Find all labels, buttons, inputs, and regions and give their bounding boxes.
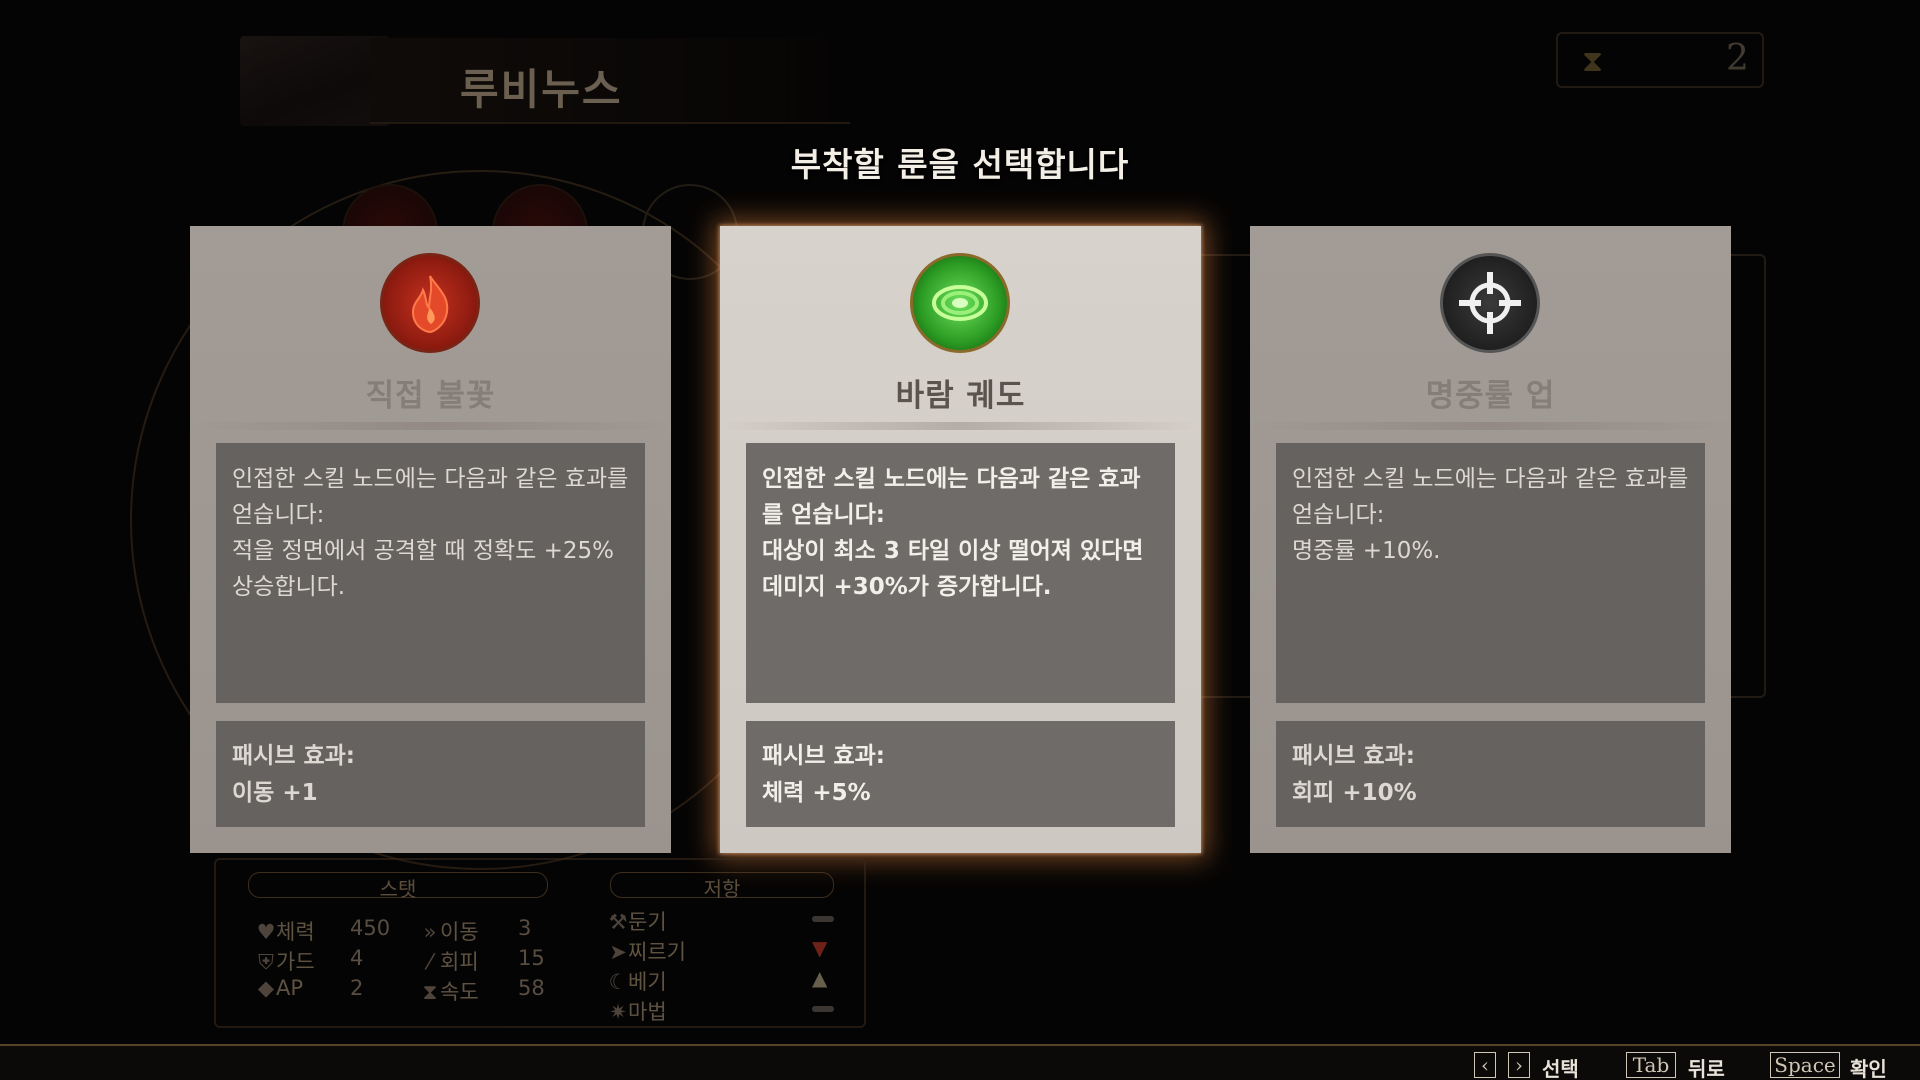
stat-ap: ◆AP	[256, 976, 303, 1000]
stat-label: 회피	[440, 950, 479, 974]
tab-key[interactable]: Tab	[1626, 1052, 1676, 1078]
crosshair-rune-icon	[1440, 253, 1540, 353]
rune-description: 인접한 스킬 노드에는 다음과 같은 효과를 얻습니다: 적을 정면에서 공격할…	[232, 466, 629, 600]
next-key-icon[interactable]: ›	[1508, 1052, 1530, 1078]
footer-bar: ‹ › 선택 Tab 뒤로 Space 확인	[0, 1044, 1920, 1080]
currency-count: 2	[1726, 38, 1749, 79]
passive-effect-box: 패시브 효과: 이동 +1	[216, 721, 645, 827]
rune-card-accuracy-up[interactable]: 명중률 업 인접한 스킬 노드에는 다음과 같은 효과를 얻습니다: 명중률 +…	[1250, 226, 1731, 853]
rune-card-wind-orbit[interactable]: 바람 궤도 인접한 스킬 노드에는 다음과 같은 효과를 얻습니다: 대상이 최…	[720, 226, 1201, 853]
rune-description: 인접한 스킬 노드에는 다음과 같은 효과를 얻습니다: 명중률 +10%.	[1292, 466, 1689, 564]
passive-value: 회피 +10%	[1292, 780, 1417, 806]
select-label: 선택	[1542, 1057, 1579, 1080]
stat-label: 이동	[440, 920, 479, 944]
resist-blunt: ⚒둔기	[608, 906, 667, 936]
stats-panel: 스탯 저항 ♥체력 450 ⛨ 가드 4 ◆AP 2 » 이동 3 ⁄ 회피 15 ⧗…	[214, 858, 866, 1028]
passive-value: 체력 +5%	[762, 780, 871, 806]
shield-icon: ⛨	[258, 950, 274, 974]
swirl-icon	[932, 285, 988, 321]
resist-label: 찌르기	[628, 940, 686, 964]
card-header: 명중률 업	[1250, 226, 1731, 431]
stat-speed: ⧗ 속도	[420, 976, 479, 1006]
passive-effect-box: 패시브 효과: 회피 +10%	[1276, 721, 1705, 827]
tab-resistance: 저항	[610, 872, 834, 901]
neutral-indicator-icon	[812, 916, 834, 922]
magic-icon: ✷	[609, 1000, 627, 1024]
page-title: 부착할 룬을 선택합니다	[790, 145, 1130, 184]
rune-description-box: 인접한 스킬 노드에는 다음과 같은 효과를 얻습니다: 적을 정면에서 공격할…	[216, 443, 645, 703]
character-name: 루비누스	[460, 65, 623, 114]
boot-icon: »	[423, 920, 437, 944]
resist-label: 마법	[628, 1000, 667, 1024]
stat-evasion: ⁄ 회피	[420, 946, 479, 976]
rune-card-direct-flame[interactable]: 직접 불꽃 인접한 스킬 노드에는 다음과 같은 효과를 얻습니다: 적을 정면…	[190, 226, 671, 853]
ap-icon: ◆	[257, 976, 275, 1000]
resist-label: 베기	[628, 970, 667, 994]
flame-icon	[411, 275, 449, 334]
stat-label: 가드	[276, 950, 315, 974]
feather-icon: ⁄	[428, 950, 432, 974]
crosshair-icon	[1459, 272, 1521, 334]
stat-label: AP	[276, 976, 304, 1000]
stat-guard: ⛨ 가드	[256, 946, 315, 976]
back-label: 뒤로	[1688, 1057, 1725, 1080]
passive-effect-box: 패시브 효과: 체력 +5%	[746, 721, 1175, 827]
arrow-up-icon: ▲	[812, 966, 828, 990]
neutral-indicator-icon	[812, 1006, 834, 1012]
rune-name: 명중률 업	[1425, 378, 1556, 414]
stat-value: 15	[518, 946, 545, 970]
spear-icon: ➤	[609, 940, 627, 964]
rune-description: 인접한 스킬 노드에는 다음과 같은 효과를 얻습니다: 대상이 최소 3 타일…	[762, 466, 1144, 600]
character-portrait	[240, 36, 390, 126]
stat-value: 450	[350, 916, 391, 940]
hourglass-icon: ⧗	[422, 980, 438, 1004]
heart-icon: ♥	[256, 920, 276, 944]
card-divider	[720, 422, 1201, 430]
rune-description-box: 인접한 스킬 노드에는 다음과 같은 효과를 얻습니다: 명중률 +10%.	[1276, 443, 1705, 703]
stat-move: » 이동	[420, 916, 479, 946]
rune-name: 직접 불꽃	[365, 378, 496, 414]
wind-rune-icon	[910, 253, 1010, 353]
hourglass-icon: ⧗	[1582, 44, 1604, 79]
rune-description-box: 인접한 스킬 노드에는 다음과 같은 효과를 얻습니다: 대상이 최소 3 타일…	[746, 443, 1175, 703]
prev-key-icon[interactable]: ‹	[1474, 1052, 1496, 1078]
passive-label: 패시브 효과:	[232, 743, 356, 769]
card-header: 바람 궤도	[720, 226, 1201, 431]
stat-label: 속도	[440, 980, 479, 1004]
stat-value: 2	[350, 976, 364, 1000]
passive-label: 패시브 효과:	[762, 743, 886, 769]
resist-label: 둔기	[628, 910, 667, 934]
tab-stats: 스탯	[248, 872, 548, 901]
space-key[interactable]: Space	[1770, 1052, 1840, 1078]
resist-magic: ✷마법	[608, 996, 667, 1026]
resist-pierce: ➤찌르기	[608, 936, 686, 966]
stat-value: 58	[518, 976, 545, 1000]
rune-name: 바람 궤도	[895, 378, 1026, 414]
resist-slash: ☾베기	[608, 966, 667, 996]
card-divider	[1250, 422, 1731, 430]
passive-value: 이동 +1	[232, 780, 318, 806]
card-divider	[190, 422, 671, 430]
passive-label: 패시브 효과:	[1292, 743, 1416, 769]
slash-icon: ☾	[608, 970, 628, 994]
hammer-icon: ⚒	[608, 910, 628, 934]
confirm-label: 확인	[1850, 1057, 1887, 1080]
card-header: 직접 불꽃	[190, 226, 671, 431]
stat-hp: ♥체력	[256, 916, 315, 946]
stat-label: 체력	[276, 920, 315, 944]
fire-rune-icon	[380, 253, 480, 353]
arrow-down-icon: ▼	[812, 936, 828, 960]
stat-value: 3	[518, 916, 532, 940]
stat-value: 4	[350, 946, 364, 970]
